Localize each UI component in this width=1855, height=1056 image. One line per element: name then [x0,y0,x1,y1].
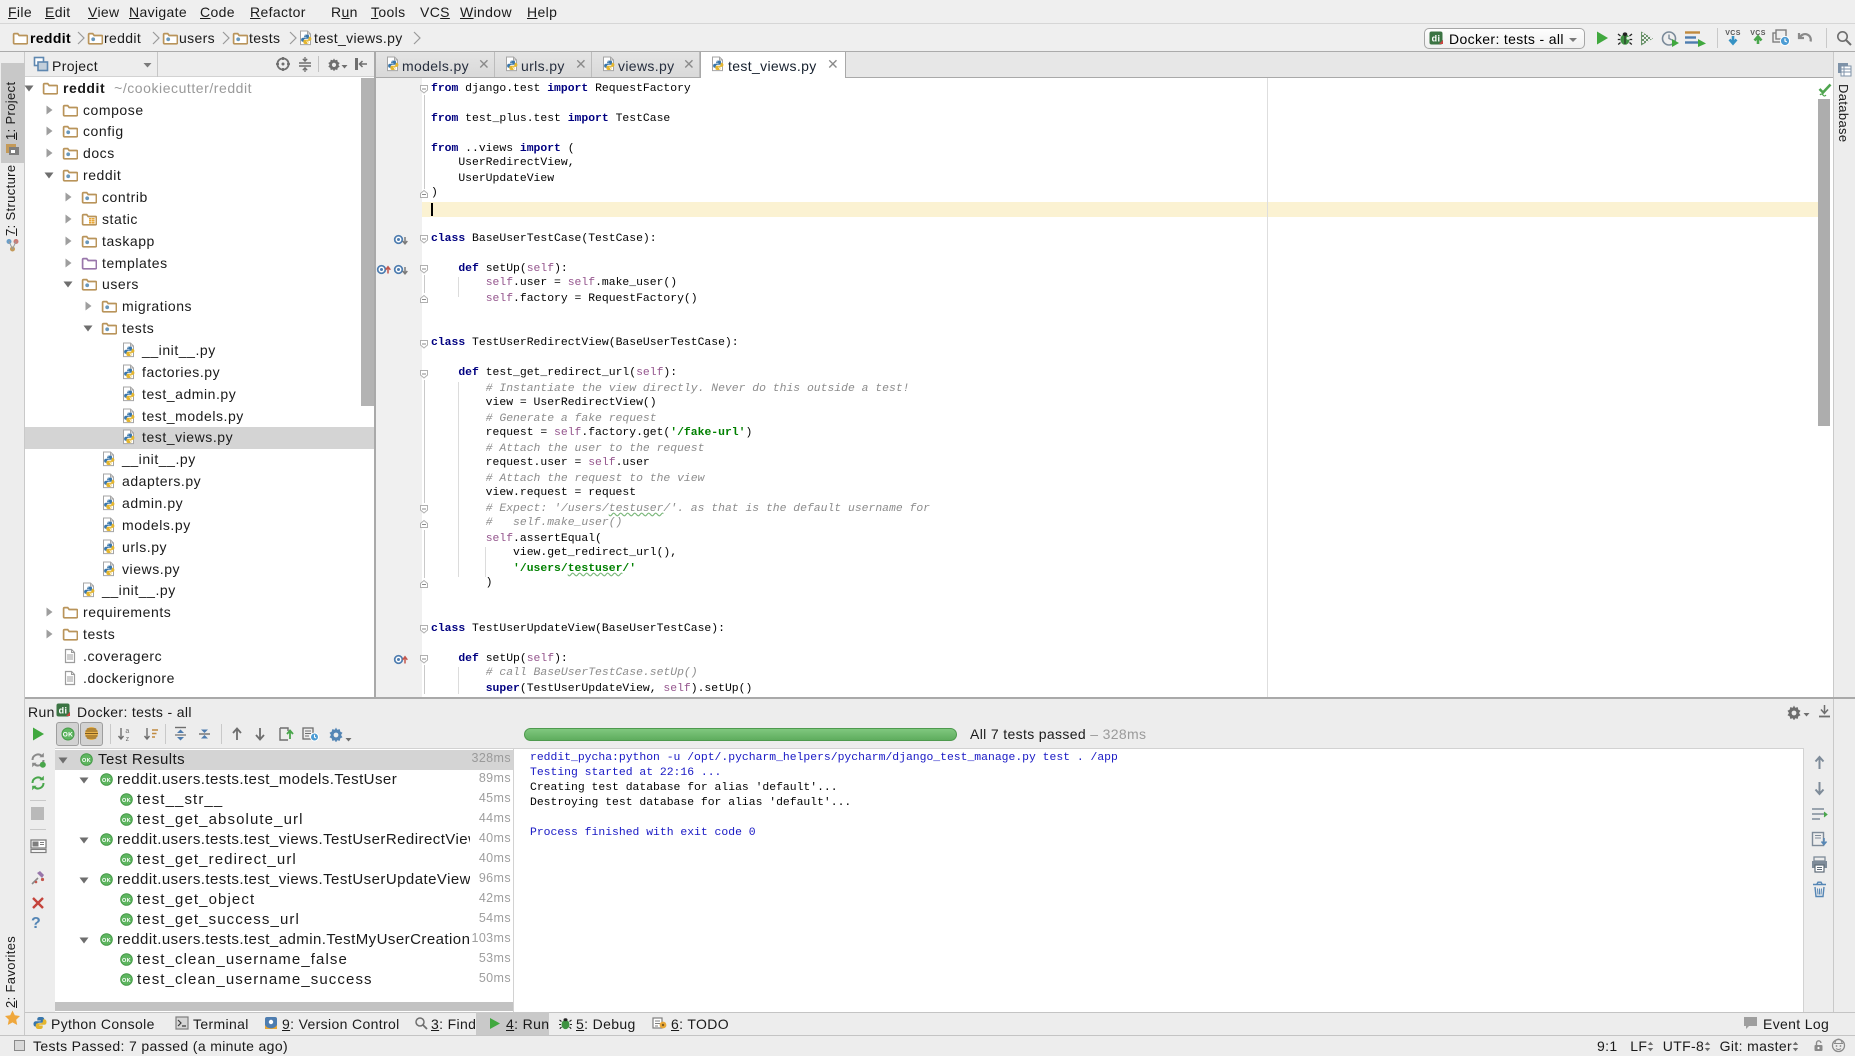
svg-text:OK: OK [102,838,111,844]
svg-text:OK: OK [82,758,91,764]
svg-text:OK: OK [122,858,131,864]
svg-text:OK: OK [122,918,131,924]
svg-text:OK: OK [63,732,73,739]
svg-text:OK: OK [102,878,111,884]
svg-text:OK: OK [122,898,131,904]
svg-text:z: z [126,736,130,742]
svg-text:OK: OK [122,958,131,964]
svg-text:OK: OK [122,818,131,824]
svg-text:di: di [59,706,68,716]
svg-text:di: di [1432,34,1441,44]
svg-text:OK: OK [102,778,111,784]
svg-text:OK: OK [122,978,131,984]
svg-text:OK: OK [102,938,111,944]
svg-text:OK: OK [122,798,131,804]
svg-text:VCS: VCS [1725,30,1740,37]
svg-text:a: a [125,728,129,735]
